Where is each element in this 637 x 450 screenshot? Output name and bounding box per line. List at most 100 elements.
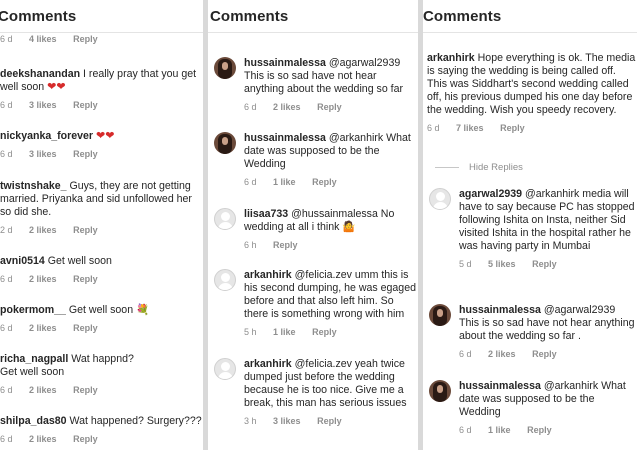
comment: arkanhirk @felicia.zev umm this is his s… [244, 269, 416, 339]
avatar[interactable] [429, 380, 451, 402]
likes-count[interactable]: 1 like [273, 327, 296, 337]
avatar[interactable] [214, 269, 236, 291]
comment-meta: 3 h 3 likes Reply [244, 416, 342, 426]
divider-line [435, 167, 459, 168]
likes-count[interactable]: 7 likes [456, 123, 484, 133]
comment: agarwal2939 @arkanhirk media will have t… [459, 188, 635, 271]
comment-meta: 6 d 2 likes Reply [244, 102, 342, 112]
reply-button[interactable]: Reply [532, 259, 557, 269]
username[interactable]: hussainmalessa [459, 380, 541, 392]
hide-replies-button[interactable]: Hide Replies [435, 162, 523, 173]
comment-text: Wat happened? Surgery??? [69, 415, 202, 427]
comment-meta: 6 d 2 likes Reply [0, 385, 98, 395]
username[interactable]: arkanhirk [244, 269, 292, 281]
comment-text: Get well soon [47, 255, 112, 267]
likes-count[interactable]: 2 likes [29, 434, 57, 444]
username[interactable]: liisaa733 [244, 208, 288, 220]
comments-title: Comments [423, 7, 502, 25]
comments-header: Comments [208, 0, 418, 33]
comments-panel-2: Comments hussainmalessa @agarwal2939 Thi… [208, 0, 418, 450]
comments-panel-1: Comments 6 d 4 likes Reply deekshanandan… [0, 0, 203, 450]
comment-text: Get well soon [68, 304, 134, 316]
comment-meta: 6 d 1 like Reply [244, 177, 337, 187]
comment: twistnshake_ Guys, they are not getting … [0, 180, 203, 237]
shrug-emoji-icon: 🤷 [342, 221, 356, 233]
reply-button[interactable]: Reply [500, 123, 525, 133]
comment-meta: 5 d 5 likes Reply [459, 259, 557, 269]
reply-button[interactable]: Reply [312, 327, 337, 337]
reply-button[interactable]: Reply [312, 177, 337, 187]
comment: hussainmalessa @arkanhirk What date was … [459, 380, 635, 437]
reply-button[interactable]: Reply [73, 323, 98, 333]
username[interactable]: pokermom__ [0, 304, 66, 316]
comment-meta: 6 d 2 likes Reply [459, 349, 557, 359]
avatar[interactable] [214, 132, 236, 154]
username[interactable]: deekshanandan [0, 68, 80, 80]
reply-button[interactable]: Reply [73, 100, 98, 110]
comment: hussainmalessa @arkanhirk What date was … [244, 132, 416, 189]
comment-meta: 6 d 1 like Reply [459, 425, 552, 435]
username[interactable]: hussainmalessa [244, 132, 326, 144]
comment: arkanhirk @felicia.zev yeah twice dumped… [244, 358, 416, 428]
username[interactable]: hussainmalessa [459, 304, 541, 316]
comments-panel-3: Comments arkanhirk Hope everything is ok… [423, 0, 637, 450]
username[interactable]: twistnshake_ [0, 180, 67, 192]
reply-button[interactable]: Reply [73, 149, 98, 159]
avatar[interactable] [429, 304, 451, 326]
reply-button[interactable]: Reply [273, 240, 298, 250]
reply-button[interactable]: Reply [532, 349, 557, 359]
reply-button[interactable]: Reply [317, 102, 342, 112]
comment-meta: 6 d 2 likes Reply [0, 323, 98, 333]
username[interactable]: shilpa_das80 [0, 415, 67, 427]
username[interactable]: agarwal2939 [459, 188, 522, 200]
heart-emoji-icon: ❤❤ [96, 130, 115, 142]
likes-count[interactable]: 2 likes [29, 274, 57, 284]
comments-header: Comments [0, 0, 203, 33]
reply-button[interactable]: Reply [317, 416, 342, 426]
reply-button[interactable]: Reply [73, 225, 98, 235]
comments-title: Comments [0, 7, 77, 25]
reply-button[interactable]: Reply [527, 425, 552, 435]
username[interactable]: avni0514 [0, 255, 45, 267]
comment: pokermom__ Get well soon 💐 6 d 2 likes R… [0, 304, 203, 335]
reply-button[interactable]: Reply [73, 385, 98, 395]
bouquet-emoji-icon: 💐 [136, 304, 150, 316]
likes-count[interactable]: 2 likes [29, 385, 57, 395]
reply-button[interactable]: Reply [73, 434, 98, 444]
likes-count[interactable]: 2 likes [488, 349, 516, 359]
heart-emoji-icon: ❤❤ [47, 81, 66, 93]
avatar[interactable] [429, 188, 451, 210]
likes-count[interactable]: 1 like [273, 177, 296, 187]
likes-count[interactable]: 3 likes [29, 100, 57, 110]
likes-count[interactable]: 5 likes [488, 259, 516, 269]
comments-header: Comments [423, 0, 637, 33]
comment: nickyanka_forever ❤❤ 6 d 3 likes Reply [0, 130, 203, 161]
reply-button[interactable]: Reply [73, 274, 98, 284]
likes-count[interactable]: 1 like [488, 425, 511, 435]
likes-count[interactable]: 3 likes [29, 149, 57, 159]
comment-meta: 6 d 4 likes Reply [0, 34, 98, 44]
username[interactable]: arkanhirk [427, 52, 475, 64]
likes-count[interactable]: 2 likes [273, 102, 301, 112]
username[interactable]: nickyanka_forever [0, 130, 93, 142]
comments-title: Comments [210, 7, 289, 25]
reply-button[interactable]: Reply [73, 34, 98, 44]
comment: arkanhirk Hope everything is ok. The med… [427, 52, 637, 135]
likes-count[interactable]: 4 likes [29, 34, 57, 44]
avatar[interactable] [214, 208, 236, 230]
username[interactable]: richa_nagpall [0, 353, 68, 365]
avatar[interactable] [214, 358, 236, 380]
comment-meta: 6 h Reply [244, 240, 298, 250]
comment-meta: 6 d 2 likes Reply [0, 434, 98, 444]
avatar[interactable] [214, 57, 236, 79]
comment: hussainmalessa @agarwal2939 This is so s… [244, 57, 416, 114]
username[interactable]: arkanhirk [244, 358, 292, 370]
comment: richa_nagpall Wat happnd? Get well soon … [0, 353, 150, 397]
comment-meta: 6 d 7 likes Reply [427, 123, 525, 133]
likes-count[interactable]: 2 likes [29, 225, 57, 235]
likes-count[interactable]: 2 likes [29, 323, 57, 333]
likes-count[interactable]: 3 likes [273, 416, 301, 426]
comment: deekshanandan I really pray that you get… [0, 68, 203, 112]
comment: avni0514 Get well soon 6 d 2 likes Reply [0, 255, 203, 286]
username[interactable]: hussainmalessa [244, 57, 326, 69]
